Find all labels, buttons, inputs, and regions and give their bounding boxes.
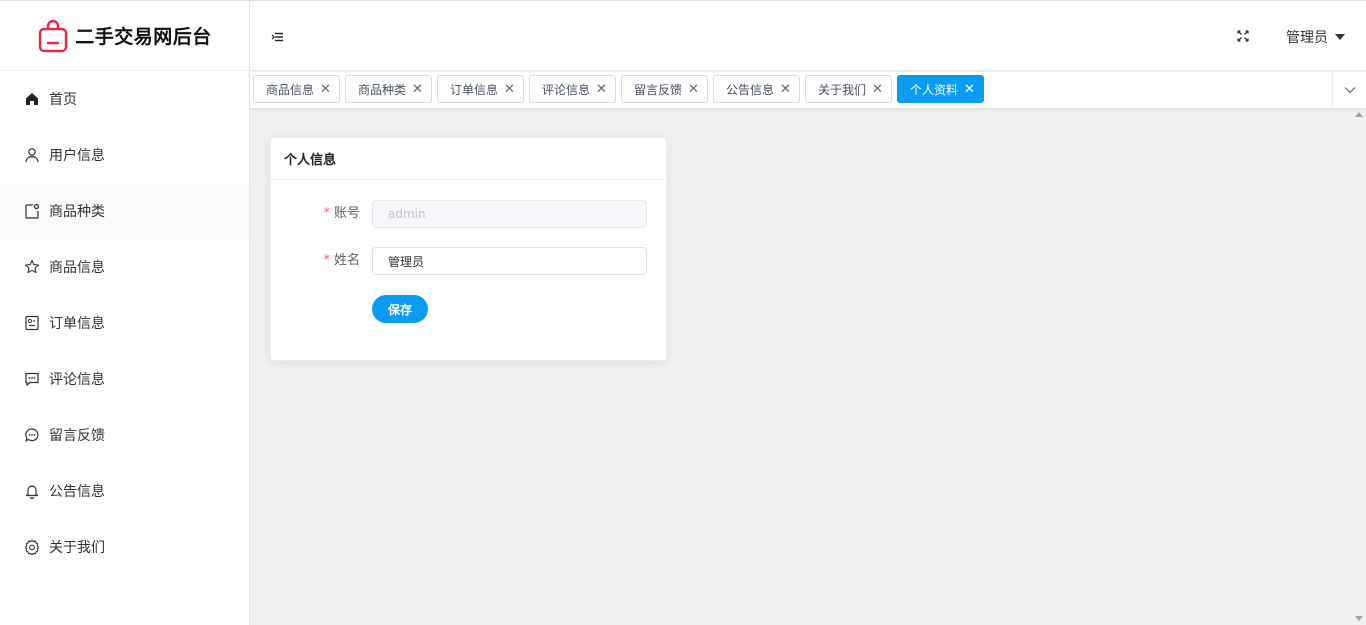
sidebar-item-label: 首页 — [49, 92, 77, 108]
account-form-item: * 账号 — [271, 200, 668, 228]
save-button[interactable]: 保存 — [372, 295, 428, 323]
sidebar-item-label: 订单信息 — [49, 316, 105, 332]
profile-card: 个人信息 *账号 *姓名 保存 — [270, 137, 667, 361]
required-mark: * — [323, 206, 330, 221]
sidebar-menu: 首页 用户信息 商品种类 商品信息 订单信息 评论信息 留言反馈 公告信息 关于… — [0, 71, 249, 575]
chevron-down-icon — [1344, 83, 1356, 98]
menu-toggle-icon[interactable] — [271, 30, 285, 44]
tag-label: 公告信息 — [726, 82, 775, 97]
user-dropdown[interactable]: 管理员 — [1286, 27, 1345, 47]
name-form-item: * 姓名 — [271, 247, 668, 275]
account-label: * 账号 — [323, 200, 360, 228]
sidebar-item-label: 关于我们 — [49, 540, 105, 556]
scroll-up-arrow-icon[interactable] — [1355, 112, 1363, 117]
close-icon[interactable]: ✕ — [504, 82, 515, 97]
top-header: 管理员 — [250, 1, 1366, 71]
tag-label: 关于我们 — [818, 82, 867, 97]
category-icon — [24, 203, 40, 219]
tag-label: 评论信息 — [542, 82, 591, 97]
tag-orders[interactable]: 订单信息 ✕ — [437, 75, 524, 103]
card-title: 个人信息 — [271, 138, 666, 180]
sidebar-item-comments[interactable]: 评论信息 — [0, 351, 249, 407]
sidebar-item-categories[interactable]: 商品种类 — [0, 183, 249, 239]
name-input[interactable] — [372, 247, 647, 275]
name-label-text: 姓名 — [333, 253, 360, 268]
fullscreen-icon[interactable] — [1237, 30, 1249, 42]
caret-down-icon — [1335, 34, 1345, 40]
sidebar-item-notices[interactable]: 公告信息 — [0, 463, 249, 519]
tags-view: 商品信息 ✕ 商品种类 ✕ 订单信息 ✕ 评论信息 ✕ 留言反馈 ✕ 公告信息 ✕ 关于我们… — [250, 72, 1366, 108]
app-title: 二手交易网后台 — [75, 26, 212, 48]
close-icon[interactable]: ✕ — [412, 82, 423, 97]
sidebar-item-label: 用户信息 — [49, 148, 105, 164]
sidebar-item-about[interactable]: 关于我们 — [0, 519, 249, 575]
gear-icon — [24, 539, 40, 555]
close-icon[interactable]: ✕ — [780, 82, 791, 97]
star-icon — [24, 259, 40, 275]
account-label-text: 账号 — [333, 206, 360, 221]
sidebar-item-products[interactable]: 商品信息 — [0, 239, 249, 295]
sidebar-item-label: 商品种类 — [49, 204, 105, 220]
tag-notices[interactable]: 公告信息 ✕ — [713, 75, 800, 103]
home-icon — [24, 91, 40, 107]
bell-icon — [24, 483, 40, 499]
sidebar-item-home[interactable]: 首页 — [0, 71, 249, 127]
comment-icon — [24, 371, 40, 387]
order-icon — [24, 315, 40, 331]
sidebar-item-label: 留言反馈 — [49, 428, 105, 444]
tag-label: 留言反馈 — [634, 82, 683, 97]
user-name: 管理员 — [1286, 30, 1328, 46]
chat-icon — [24, 427, 40, 443]
sidebar: 二手交易网后台 首页 用户信息 商品种类 商品信息 订单信息 评论信息 留言反馈… — [0, 1, 250, 625]
scroll-down-arrow-icon[interactable] — [1355, 616, 1363, 621]
close-icon[interactable]: ✕ — [596, 82, 607, 97]
tag-categories[interactable]: 商品种类 ✕ — [345, 75, 432, 103]
tag-label: 商品种类 — [358, 82, 407, 97]
close-icon[interactable]: ✕ — [688, 82, 699, 97]
tags-more-button[interactable] — [1332, 72, 1366, 108]
sidebar-item-feedback[interactable]: 留言反馈 — [0, 407, 249, 463]
vertical-scrollbar[interactable] — [1352, 108, 1366, 625]
logo[interactable]: 二手交易网后台 — [0, 1, 249, 71]
tag-about[interactable]: 关于我们 ✕ — [805, 75, 892, 103]
shopping-bag-icon — [37, 19, 69, 53]
close-icon[interactable]: ✕ — [964, 82, 975, 97]
sidebar-item-label: 评论信息 — [49, 372, 105, 388]
tag-feedback[interactable]: 留言反馈 ✕ — [621, 75, 708, 103]
name-label: * 姓名 — [323, 247, 360, 275]
sidebar-item-orders[interactable]: 订单信息 — [0, 295, 249, 351]
sidebar-item-users[interactable]: 用户信息 — [0, 127, 249, 183]
sidebar-item-label: 商品信息 — [49, 260, 105, 276]
sidebar-item-label: 公告信息 — [49, 484, 105, 500]
tag-products[interactable]: 商品信息 ✕ — [253, 75, 340, 103]
tag-profile[interactable]: 个人资料 ✕ — [897, 75, 984, 103]
tag-label: 商品信息 — [266, 82, 315, 97]
close-icon[interactable]: ✕ — [872, 82, 883, 97]
tag-label: 订单信息 — [450, 82, 499, 97]
close-icon[interactable]: ✕ — [320, 82, 331, 97]
tag-comments[interactable]: 评论信息 ✕ — [529, 75, 616, 103]
account-input[interactable] — [372, 200, 647, 228]
tag-label: 个人资料 — [910, 82, 959, 97]
required-mark: * — [323, 253, 330, 268]
user-icon — [24, 147, 40, 163]
